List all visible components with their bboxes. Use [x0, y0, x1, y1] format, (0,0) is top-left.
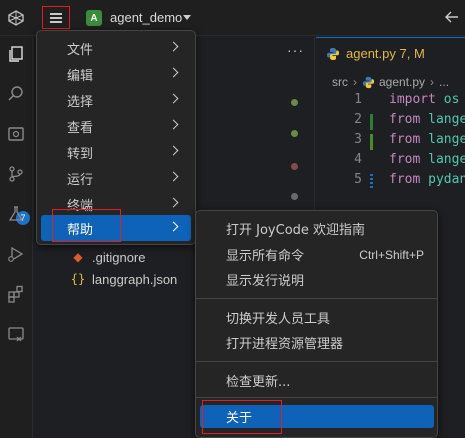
file-name: langgraph.json	[92, 271, 178, 287]
chevron-right-icon	[168, 197, 179, 208]
line-number: 3	[354, 132, 362, 147]
breadcrumb-file[interactable]: agent.py	[379, 75, 425, 89]
gutter-added-marker	[370, 134, 373, 150]
menu-item-label: 打开进程资源管理器	[226, 337, 344, 352]
menu-item-label: 选择	[67, 94, 94, 110]
menu-item-label: 显示发行说明	[226, 274, 305, 289]
breadcrumb: src › agent.py › ...	[332, 72, 449, 92]
menu-item-label: 显示所有命令	[226, 249, 305, 264]
git-status-dot	[291, 99, 298, 106]
code-text: from lange	[389, 112, 465, 127]
chevron-right-icon: ›	[430, 75, 435, 89]
more-actions-button[interactable]: ···	[287, 42, 304, 58]
python-icon	[362, 76, 375, 88]
menu-hamburger-button[interactable]	[42, 6, 70, 29]
editor-tab-bar: agent.py 7, M	[316, 37, 465, 69]
menu-item-view[interactable]: 查看	[41, 113, 191, 139]
menu-item-label: 检查更新...	[226, 375, 291, 390]
menu-separator	[196, 361, 437, 362]
menu-item-welcome-guide[interactable]: 打开 JoyCode 欢迎指南	[200, 217, 434, 240]
git-status-dot	[291, 163, 298, 170]
remote-explorer-icon[interactable]	[7, 125, 25, 143]
python-icon	[327, 47, 339, 60]
about-highlight-box	[202, 400, 282, 434]
line-number: 2	[354, 112, 362, 127]
menu-item-label: 切换开发人员工具	[226, 312, 331, 327]
help-highlight-box	[52, 209, 121, 242]
search-icon[interactable]	[7, 85, 25, 103]
keyboard-shortcut: Ctrl+Shift+P	[359, 247, 424, 262]
source-control-icon[interactable]	[7, 165, 25, 183]
gutter-added-marker	[370, 114, 373, 130]
menu-item-edit[interactable]: 编辑	[41, 61, 191, 87]
menu-item-process-explorer[interactable]: 打开进程资源管理器	[200, 331, 434, 354]
git-status-dot	[291, 130, 298, 137]
chevron-right-icon	[168, 67, 179, 78]
chevron-right-icon	[168, 171, 179, 182]
code-text: from pydan	[389, 172, 465, 187]
menu-item-check-updates[interactable]: 检查更新...	[200, 369, 434, 392]
project-name[interactable]: agent_demo	[110, 10, 182, 25]
code-line[interactable]: 3 from lange	[316, 132, 465, 152]
git-status-dot	[291, 193, 298, 200]
gutter-modified-marker	[370, 174, 373, 190]
arrow-left-icon[interactable]	[444, 9, 460, 25]
line-number: 4	[354, 152, 362, 167]
menu-item-label: 文件	[67, 42, 94, 58]
tab-label: agent.py 7, M	[346, 46, 425, 61]
app-logo-icon	[8, 10, 24, 26]
code-text: from lange	[389, 152, 465, 167]
code-text: from lange	[389, 132, 465, 147]
run-debug-icon[interactable]	[7, 245, 25, 263]
menu-item-label: 打开 JoyCode 欢迎指南	[226, 223, 366, 238]
file-name: .gitignore	[92, 249, 146, 265]
menu-item-file[interactable]: 文件	[41, 35, 191, 61]
menu-item-toggle-devtools[interactable]: 切换开发人员工具	[200, 306, 434, 329]
menu-item-release-notes[interactable]: 显示发行说明	[200, 268, 434, 291]
menu-item-show-all-commands[interactable]: 显示所有命令 Ctrl+Shift+P	[200, 243, 434, 266]
line-number: 1	[354, 92, 362, 107]
json-icon: {}	[70, 272, 86, 286]
code-line[interactable]: 5 from pydan	[316, 172, 465, 192]
code-text: import os	[389, 92, 460, 107]
chevron-right-icon	[168, 221, 179, 232]
code-line[interactable]: 4 from lange	[316, 152, 465, 172]
extensions-icon[interactable]	[7, 285, 25, 303]
explorer-icon[interactable]	[7, 45, 25, 63]
code-line[interactable]: 2 from lange	[316, 112, 465, 132]
file-item[interactable]: {} langgraph.json	[70, 269, 178, 289]
code-line[interactable]: 1 import os	[316, 92, 465, 112]
menu-separator	[196, 298, 437, 299]
menu-item-label: 运行	[67, 172, 94, 188]
menu-item-label: 转到	[67, 146, 94, 162]
project-avatar[interactable]: A	[86, 10, 102, 26]
menu-separator	[196, 397, 437, 398]
chevron-right-icon	[168, 119, 179, 130]
git-icon: ◆	[73, 250, 83, 264]
hamburger-icon	[50, 13, 62, 15]
chevron-down-icon[interactable]	[183, 15, 191, 20]
breadcrumb-more[interactable]: ...	[439, 75, 449, 89]
menu-item-run[interactable]: 运行	[41, 165, 191, 191]
chevron-right-icon	[168, 93, 179, 104]
menu-item-selection[interactable]: 选择	[41, 87, 191, 113]
testing-flask-icon[interactable]	[7, 205, 25, 223]
chevron-right-icon: ›	[353, 75, 357, 89]
menu-item-label: 编辑	[67, 68, 94, 84]
menu-item-label: 查看	[67, 120, 94, 136]
remote-window-icon[interactable]	[7, 325, 25, 343]
breadcrumb-folder[interactable]: src	[332, 75, 348, 89]
tab-agent-py[interactable]: agent.py 7, M	[316, 37, 465, 69]
line-number: 5	[354, 172, 362, 187]
chevron-right-icon	[168, 41, 179, 52]
menu-item-go[interactable]: 转到	[41, 139, 191, 165]
file-item[interactable]: ◆ .gitignore	[70, 247, 145, 267]
activity-bar: 7	[0, 37, 33, 438]
chevron-right-icon	[168, 145, 179, 156]
